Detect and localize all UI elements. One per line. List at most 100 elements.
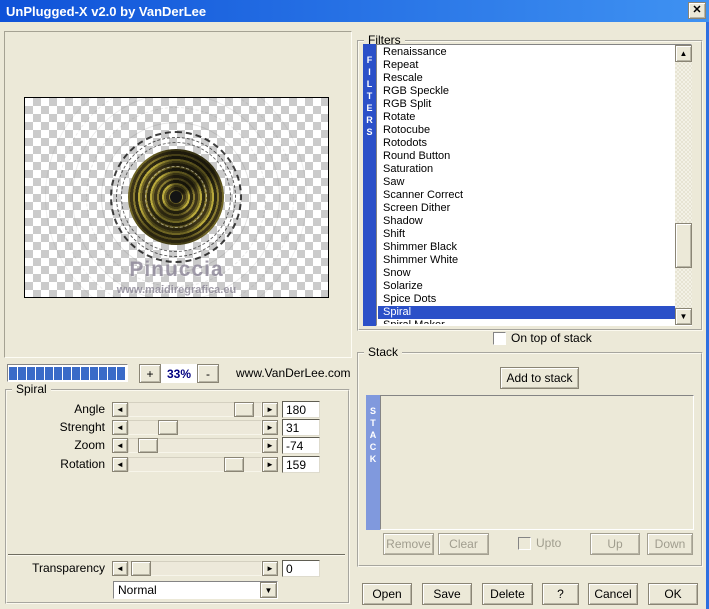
save-button[interactable]: Save [422,583,472,605]
slider-thumb[interactable] [224,457,244,472]
filter-item[interactable]: Shadow [378,215,690,228]
side-bar-letter: E [366,103,373,113]
upto-checkbox[interactable] [518,536,531,550]
strenght-value-box[interactable] [282,419,320,436]
slider-left-arrow-icon[interactable]: ◄ [112,438,128,453]
scrollbar-thumb[interactable] [675,223,692,268]
side-bar-letter: I [368,67,371,77]
preview-image[interactable]: Pinuccia www.maidiregrafica.eu [24,97,329,298]
add-to-stack-button[interactable]: Add to stack [500,367,579,389]
filter-item[interactable]: Shimmer Black [378,241,690,254]
unplugged-x-dialog: UnPlugged-X v2.0 by VanDerLee ✕ Pinuccia… [0,0,709,609]
filter-item[interactable]: Rotodots [378,137,690,150]
slider-thumb[interactable] [131,561,151,576]
filter-item[interactable]: Shimmer White [378,254,690,267]
slider-track[interactable] [128,402,262,417]
watermark-title: Pinuccia [129,258,224,281]
remove-button[interactable]: Remove [383,533,434,555]
watermark-url: www.maidiregrafica.eu [116,284,237,296]
progress-segment [54,366,62,380]
blend-mode-dropdown[interactable]: Normal ▼ [113,581,278,599]
slider-track[interactable] [128,561,262,576]
vendor-site-link[interactable]: www.VanDerLee.com [236,366,351,380]
progress-bar [7,364,128,382]
slider-track[interactable] [128,438,262,453]
scroll-down-icon[interactable]: ▼ [675,308,692,325]
filter-item[interactable]: Rotate [378,111,690,124]
separator-line [8,554,345,556]
filter-item[interactable]: RGB Speckle [378,85,690,98]
rotation-value-box[interactable] [282,456,320,473]
slider-right-arrow-icon[interactable]: ► [262,420,278,435]
filter-item[interactable]: RGB Split [378,98,690,111]
slider-right-arrow-icon[interactable]: ► [262,402,278,417]
strenght-value-input[interactable] [282,419,320,436]
clear-button[interactable]: Clear [438,533,489,555]
slider-thumb[interactable] [138,438,158,453]
open-button[interactable]: Open [362,583,412,605]
spiral-image [128,149,224,245]
zoom-in-button[interactable]: + [139,364,161,383]
filter-item[interactable]: Repeat [378,59,690,72]
rotation-label: Rotation [60,457,105,471]
filter-item[interactable]: Saturation [378,163,690,176]
down-button[interactable]: Down [647,533,693,555]
filter-item[interactable]: Snow [378,267,690,280]
close-icon[interactable]: ✕ [688,2,706,19]
slider-thumb[interactable] [158,420,178,435]
cancel-button[interactable]: Cancel [588,583,638,605]
filter-item[interactable]: Solarize [378,280,690,293]
angle-value-box[interactable] [282,401,320,418]
progress-segment [45,366,53,380]
delete-button[interactable]: Delete [482,583,533,605]
window-title: UnPlugged-X v2.0 by VanDerLee [6,3,207,19]
transparency-value-box[interactable] [282,560,320,577]
on-top-checkbox[interactable] [493,331,506,345]
slider-track[interactable] [128,420,262,435]
slider-thumb[interactable] [234,402,254,417]
zoom-out-button[interactable]: - [197,364,219,383]
filter-listbox[interactable]: Renaissance Repeat Rescale RGB Speckle RGB S… [376,44,692,326]
filter-item[interactable]: Renaissance [378,46,690,59]
stack-list[interactable] [380,395,694,530]
progress-segment [27,366,35,380]
filter-scrollbar[interactable]: ▲ ▼ [675,45,692,325]
progress-segment [108,366,116,380]
filter-item[interactable]: Scanner Correct [378,189,690,202]
filter-item[interactable]: Rescale [378,72,690,85]
rotation-value-input[interactable] [282,456,320,473]
slider-track[interactable] [128,457,262,472]
filter-item-selected[interactable]: Spiral [378,306,690,319]
ok-button[interactable]: OK [648,583,698,605]
angle-value-input[interactable] [282,401,320,418]
transparency-value-input[interactable] [282,560,320,577]
help-button[interactable]: ? [542,583,579,605]
filter-item[interactable]: Spice Dots [378,293,690,306]
zoom-label: Zoom [74,438,105,452]
zoom-value-box[interactable] [282,437,320,454]
filter-item[interactable]: Screen Dither [378,202,690,215]
up-button[interactable]: Up [590,533,640,555]
progress-segment [9,366,17,380]
slider-right-arrow-icon[interactable]: ► [262,561,278,576]
slider-right-arrow-icon[interactable]: ► [262,457,278,472]
stack-side-bar: STACK [366,395,380,530]
zoom-value-input[interactable] [282,437,320,454]
slider-left-arrow-icon[interactable]: ◄ [112,561,128,576]
title-bar[interactable]: UnPlugged-X v2.0 by VanDerLee ✕ [0,0,709,22]
filter-item[interactable]: Shift [378,228,690,241]
filter-item[interactable]: Rotocube [378,124,690,137]
filter-item[interactable]: Saw [378,176,690,189]
filter-item[interactable]: Spiral Maker [378,319,690,324]
side-bar-letter: F [366,55,373,65]
chevron-down-icon[interactable]: ▼ [260,582,277,598]
slider-left-arrow-icon[interactable]: ◄ [112,402,128,417]
slider-left-arrow-icon[interactable]: ◄ [112,457,128,472]
side-bar-letter: L [366,79,373,89]
filter-item[interactable]: Round Button [378,150,690,163]
slider-right-arrow-icon[interactable]: ► [262,438,278,453]
slider-left-arrow-icon[interactable]: ◄ [112,420,128,435]
transparency-label: Transparency [32,561,105,575]
scroll-up-icon[interactable]: ▲ [675,45,692,62]
progress-segment [63,366,71,380]
